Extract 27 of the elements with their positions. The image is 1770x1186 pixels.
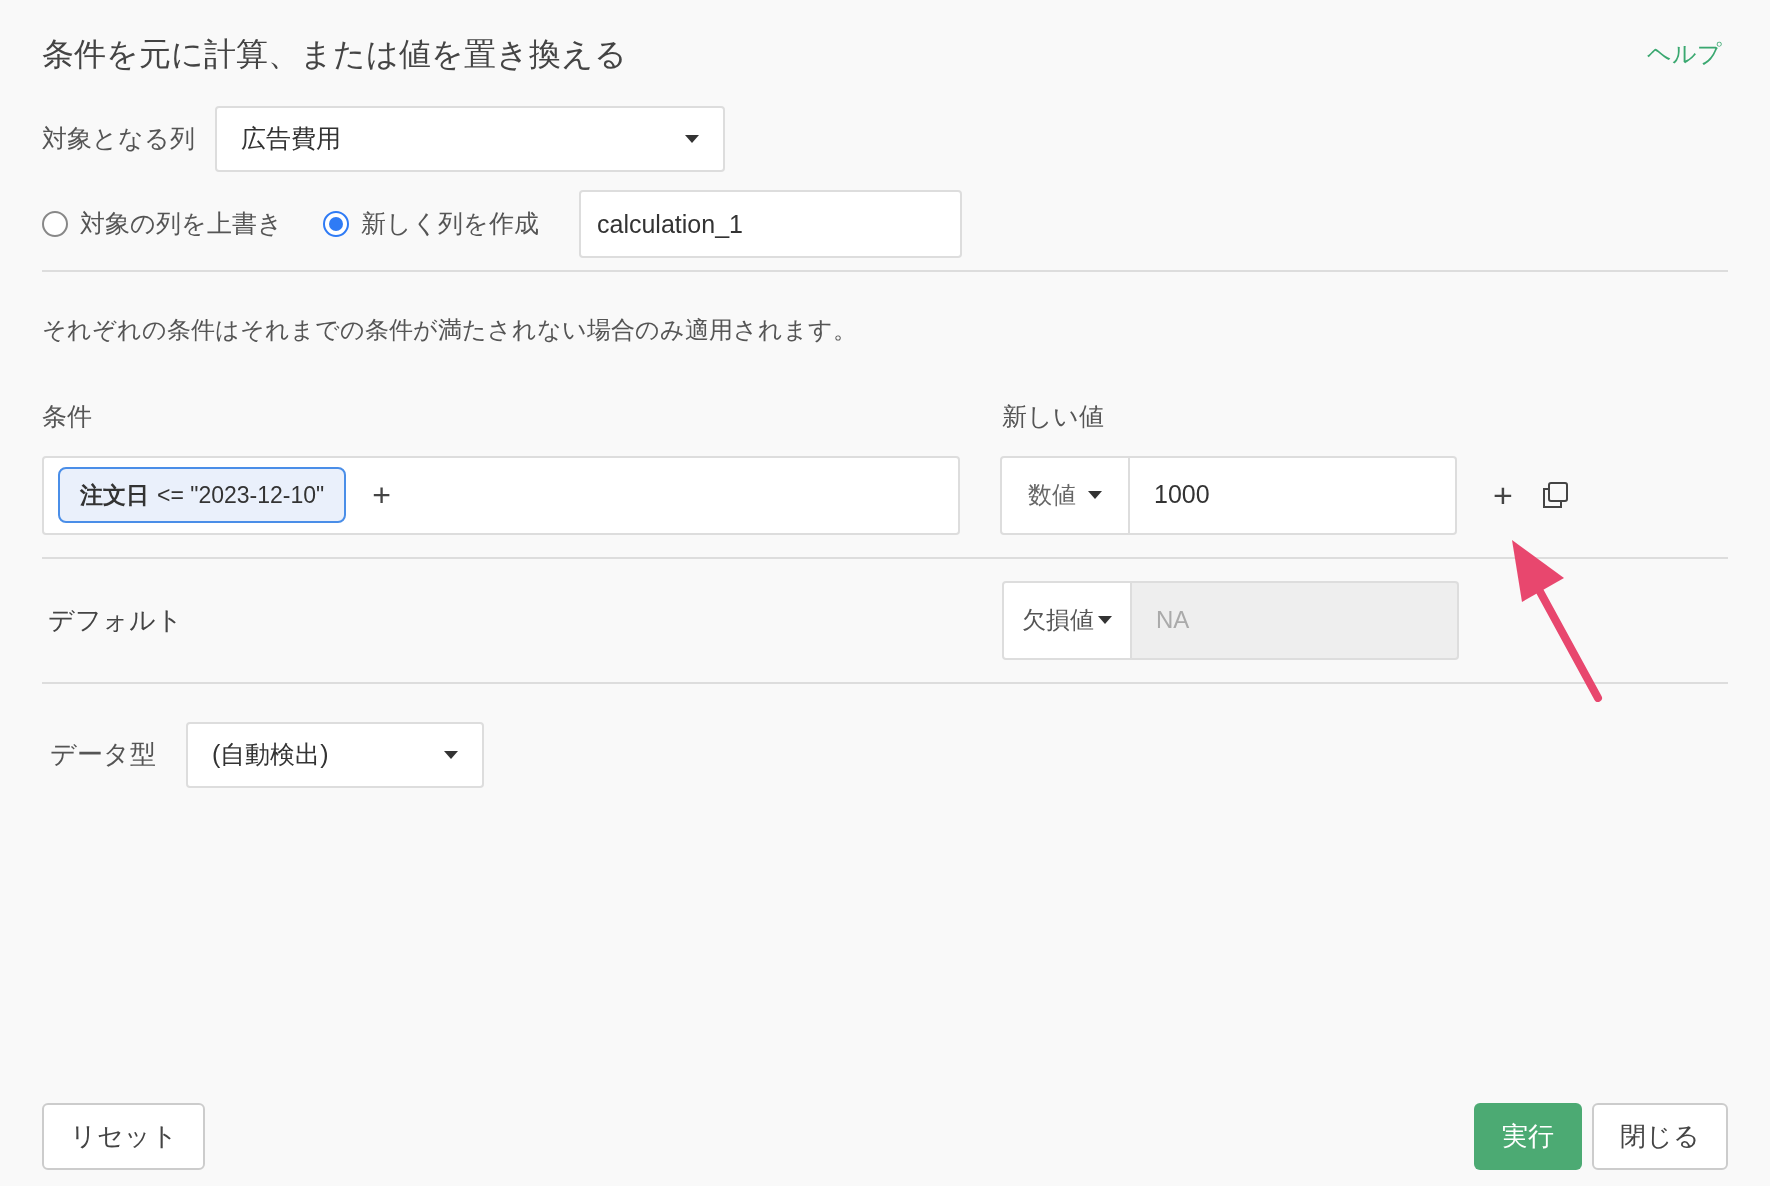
radio-label: 対象の列を上書き [80, 208, 283, 240]
field-label: 対象となる列 [42, 123, 195, 155]
condition-field[interactable]: 注文日 <= "2023-12-10" + [42, 455, 960, 535]
radio-label: 新しく列を作成 [361, 208, 539, 240]
column-header: 条件 [42, 401, 93, 432]
radio-button[interactable] [42, 211, 68, 237]
info-text: それぞれの条件はそれまでの条件が満たされない場合のみ適用されます。 [42, 315, 858, 345]
row-label: デフォルト [47, 603, 184, 637]
reset-button[interactable]: リセット [42, 1103, 205, 1170]
value-field[interactable]: 1000 [1130, 455, 1457, 535]
column-header: 新しい値 [1002, 401, 1104, 432]
value-type-select[interactable]: 数値 [1000, 455, 1130, 535]
close-button[interactable]: 閉じる [1592, 1103, 1728, 1170]
dialog-title: 条件を元に計算、または値を置き換える [42, 35, 627, 74]
field-label: データ型 [50, 738, 156, 771]
column-name-field[interactable]: calculation_1 [579, 190, 962, 258]
condition-tag[interactable]: 注文日 <= "2023-12-10" [58, 467, 347, 523]
copy-icon[interactable] [1540, 481, 1569, 509]
add-condition-button[interactable]: + [372, 471, 391, 519]
column-select[interactable]: 広告費用 [215, 106, 725, 172]
caret-icon [685, 135, 699, 143]
caret-icon [1088, 491, 1102, 499]
caret-icon [1098, 616, 1112, 624]
data-type-select[interactable]: (自動検出) [186, 721, 484, 788]
add-rule-button[interactable]: + [1493, 469, 1513, 521]
caret-icon [444, 750, 458, 759]
radio-button[interactable] [323, 211, 349, 237]
